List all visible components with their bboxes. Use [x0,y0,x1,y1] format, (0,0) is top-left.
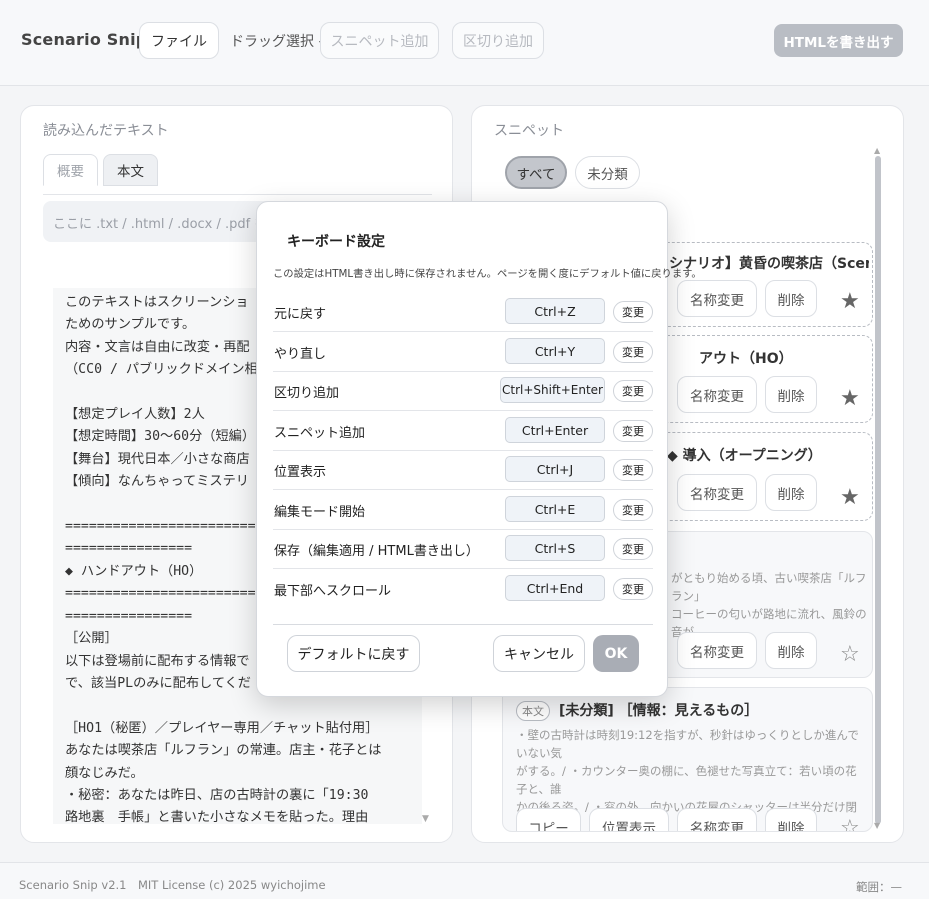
dialog-divider [273,624,653,625]
shortcut-label: 元に戻す [274,307,327,322]
shortcut-row: 区切り追加 Ctrl+Shift+Enter 変更 [273,371,653,411]
change-button[interactable]: 変更 [613,459,653,481]
ok-button[interactable]: OK [593,635,639,672]
change-button[interactable]: 変更 [613,380,653,402]
reset-defaults-button[interactable]: デフォルトに戻す [287,635,420,672]
shortcut-label: 保存（編集適用 / HTML書き出し） [274,544,479,559]
shortcut-label: 編集モード開始 [274,505,366,520]
dialog-note: この設定はHTML書き出し時に保存されません。ページを開く度にデフォルト値に戻り… [273,268,702,280]
change-button[interactable]: 変更 [613,420,653,442]
change-button[interactable]: 変更 [613,578,653,600]
change-button[interactable]: 変更 [613,538,653,560]
shortcut-key[interactable]: Ctrl+End [505,575,605,601]
shortcut-label: 区切り追加 [274,386,340,401]
shortcut-row: 最下部へスクロール Ctrl+End 変更 [273,569,653,609]
shortcut-key[interactable]: Ctrl+Shift+Enter [500,377,605,403]
change-button[interactable]: 変更 [613,301,653,323]
shortcut-row: 元に戻す Ctrl+Z 変更 [273,292,653,332]
change-button[interactable]: 変更 [613,341,653,363]
shortcut-row: 編集モード開始 Ctrl+E 変更 [273,490,653,530]
shortcut-label: 最下部へスクロール [274,584,392,599]
shortcut-row: スニペット追加 Ctrl+Enter 変更 [273,411,653,451]
shortcut-label: スニペット追加 [274,426,366,441]
shortcut-key[interactable]: Ctrl+Enter [505,417,605,443]
shortcut-key[interactable]: Ctrl+Z [505,298,605,324]
shortcut-key[interactable]: Ctrl+J [505,456,605,482]
shortcut-label: やり直し [274,347,327,362]
shortcut-row: 位置表示 Ctrl+J 変更 [273,450,653,490]
cancel-button[interactable]: キャンセル [493,635,585,672]
change-button[interactable]: 変更 [613,499,653,521]
shortcut-label: 位置表示 [274,465,327,480]
shortcut-row: やり直し Ctrl+Y 変更 [273,332,653,372]
shortcut-key[interactable]: Ctrl+E [505,496,605,522]
shortcut-row: 保存（編集適用 / HTML書き出し） Ctrl+S 変更 [273,529,653,569]
shortcut-key[interactable]: Ctrl+Y [505,338,605,364]
dialog-title: キーボード設定 [287,234,385,250]
keyboard-settings-dialog: キーボード設定 この設定はHTML書き出し時に保存されません。ページを開く度にデ… [256,201,702,697]
shortcut-key[interactable]: Ctrl+S [505,535,605,561]
